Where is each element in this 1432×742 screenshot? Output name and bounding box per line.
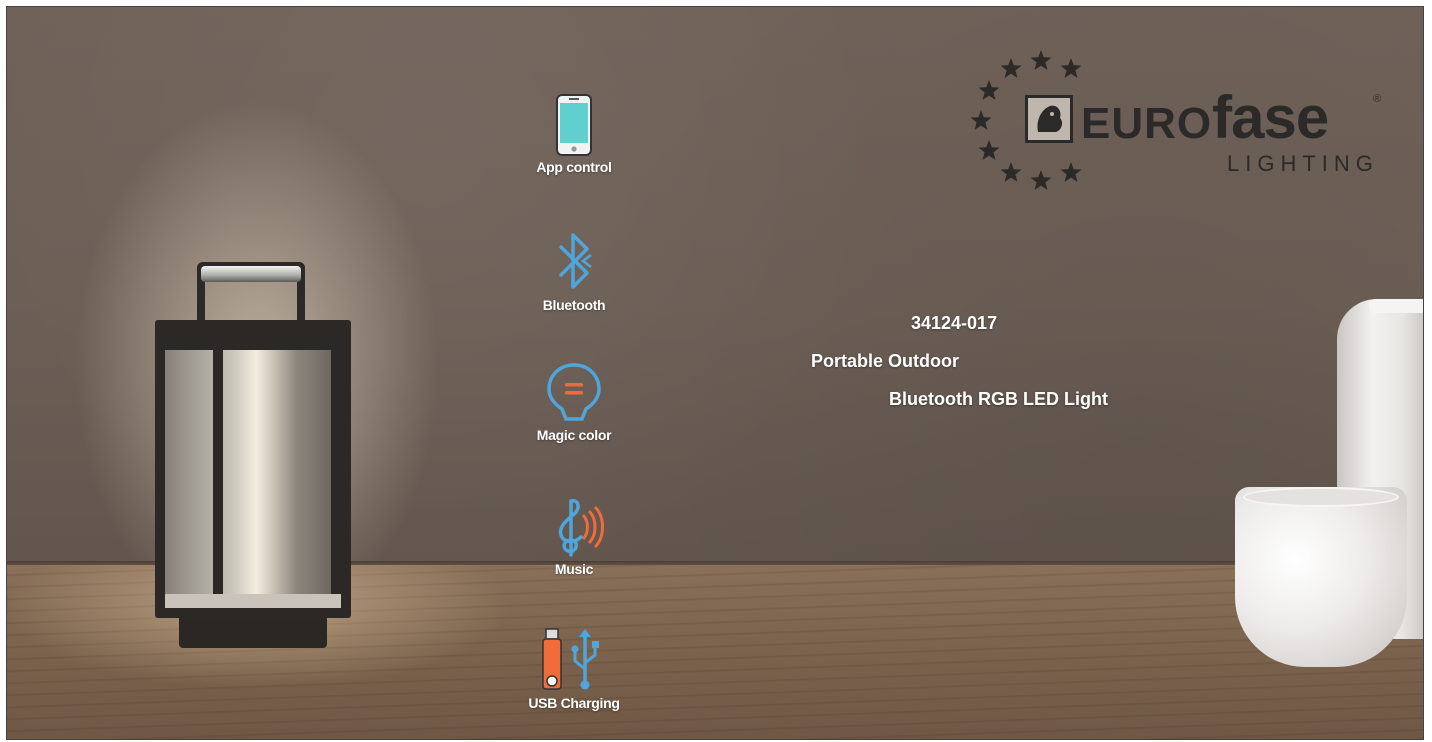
brand-name-fase: fase (1212, 84, 1329, 151)
cup-rim (1243, 487, 1399, 507)
logo-star-icon (1060, 161, 1082, 182)
cup-image (1235, 487, 1407, 667)
feature-app-control: App control (509, 91, 639, 175)
lantern-post (331, 350, 341, 604)
eurofase-logo: EUROfase ® LIGHTING (969, 47, 1399, 197)
tall-vase-rim (1369, 299, 1423, 313)
feature-usb-charging: USB Charging (509, 627, 639, 711)
music-note-icon (509, 493, 639, 561)
feature-label: App control (536, 159, 612, 175)
logo-star-icon (1030, 170, 1052, 190)
feature-label: Music (554, 561, 594, 577)
lantern-image (155, 262, 355, 657)
feature-magic-color: Magic color (509, 359, 639, 443)
product-model: 34124-017 (911, 313, 998, 333)
lantern-glass (165, 350, 341, 604)
smartphone-icon (509, 91, 639, 159)
logo-star-icon (978, 80, 1000, 100)
lantern-floor (165, 594, 341, 608)
brand-name-euro: EURO (1081, 99, 1213, 148)
lantern-post (213, 350, 223, 604)
feature-label: Magic color (536, 427, 612, 443)
logo-star-icon (1000, 58, 1022, 78)
feature-label: Bluetooth (542, 297, 606, 313)
lantern-frame (155, 320, 351, 618)
brand-subtitle: LIGHTING (1227, 151, 1379, 176)
bluetooth-icon (509, 229, 639, 297)
usb-icon (509, 627, 639, 695)
brand-name: EUROfase (1081, 83, 1329, 152)
logo-star-icon (1000, 161, 1022, 182)
logo-star-icon (978, 140, 1000, 160)
feature-label: USB Charging (528, 695, 620, 711)
logo-star-icon (970, 110, 992, 130)
logo-star-icon (1060, 58, 1082, 78)
lantern-handle-bar (201, 266, 301, 282)
lantern-base (179, 618, 327, 648)
registered-mark: ® (1373, 93, 1382, 105)
product-line-1: Portable Outdoor (811, 351, 959, 371)
product-line-2: Bluetooth RGB LED Light (889, 389, 1108, 409)
logo-star-icon (1030, 50, 1052, 70)
product-banner: App control Bluetooth Magic color Music … (6, 6, 1424, 740)
color-bulb-icon (509, 359, 639, 427)
feature-music: Music (509, 493, 639, 577)
lion-emblem-icon (1025, 95, 1073, 143)
feature-bluetooth: Bluetooth (509, 229, 639, 313)
